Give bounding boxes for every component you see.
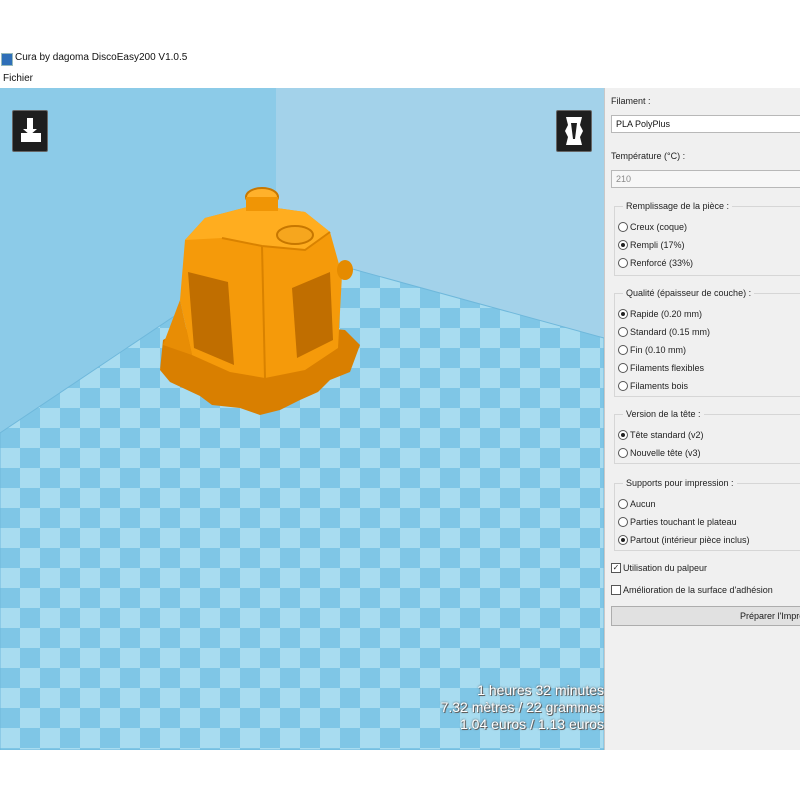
radio-button xyxy=(618,222,628,232)
checkbox xyxy=(611,585,621,595)
build-scene xyxy=(0,88,604,750)
3d-viewport[interactable]: 1 heures 32 minutes 7.32 mètres / 22 gra… xyxy=(0,88,604,750)
app-icon xyxy=(1,53,13,66)
supports-option-none[interactable]: Aucun xyxy=(618,499,656,509)
head-option-new[interactable]: Nouvelle tête (v3) xyxy=(618,448,701,458)
supports-group: Supports pour impression : Aucun Parties… xyxy=(614,478,800,551)
checkbox: ✓ xyxy=(611,563,621,573)
head-title: Version de la tête : xyxy=(623,409,704,419)
option-label: Rempli (17%) xyxy=(630,240,685,250)
quality-title: Qualité (épaisseur de couche) : xyxy=(623,288,755,298)
radio-button xyxy=(618,258,628,268)
radio-button xyxy=(618,363,628,373)
option-label: Creux (coque) xyxy=(630,222,688,232)
radio-button xyxy=(618,327,628,337)
infill-group: Remplissage de la pièce : Creux (coque) … xyxy=(614,201,800,276)
checkbox-label: Utilisation du palpeur xyxy=(623,563,708,573)
quality-option-wood[interactable]: Filaments bois xyxy=(618,381,688,391)
view-mode-icon xyxy=(565,117,583,145)
load-model-icon xyxy=(21,118,41,142)
radio-button xyxy=(618,240,628,250)
window-title: Cura by dagoma DiscoEasy200 V1.0.5 xyxy=(15,52,188,63)
radio-button xyxy=(618,309,628,319)
radio-button xyxy=(618,535,628,545)
head-group: Version de la tête : Tête standard (v2) … xyxy=(614,409,800,464)
quality-option-flexible[interactable]: Filaments flexibles xyxy=(618,363,704,373)
option-label: Aucun xyxy=(630,499,656,509)
view-mode-button[interactable] xyxy=(556,110,592,152)
option-label: Parties touchant le plateau xyxy=(630,517,737,527)
option-label: Renforcé (33%) xyxy=(630,258,694,268)
infill-option-hollow[interactable]: Creux (coque) xyxy=(618,222,687,232)
supports-option-everywhere[interactable]: Partout (intérieur pièce inclus) xyxy=(618,535,750,545)
supports-option-touching-plate[interactable]: Parties touchant le plateau xyxy=(618,517,737,527)
radio-button xyxy=(618,517,628,527)
option-label: Filaments flexibles xyxy=(630,363,705,373)
option-label: Nouvelle tête (v3) xyxy=(630,448,701,458)
infill-title: Remplissage de la pièce : xyxy=(623,201,733,211)
option-label: Filaments bois xyxy=(630,381,689,391)
temperature-field[interactable]: 210 xyxy=(611,170,800,188)
quality-option-fine[interactable]: Fin (0.10 mm) xyxy=(618,345,686,355)
cost-estimate: 1.04 euros / 1.13 euros xyxy=(460,716,604,732)
option-label: Fin (0.10 mm) xyxy=(630,345,687,355)
head-option-standard[interactable]: Tête standard (v2) xyxy=(618,430,704,440)
temperature-label: Température (°C) : xyxy=(611,151,686,161)
radio-button xyxy=(618,430,628,440)
option-label: Partout (intérieur pièce inclus) xyxy=(630,535,750,545)
filament-usage: 7.32 mètres / 22 grammes xyxy=(440,699,604,715)
supports-title: Supports pour impression : xyxy=(623,478,737,488)
adhesion-checkbox[interactable]: Amélioration de la surface d'adhésion xyxy=(611,585,773,595)
option-label: Standard (0.15 mm) xyxy=(630,327,711,337)
settings-panel: Filament : PLA PolyPlus Température (°C)… xyxy=(604,88,800,750)
menu-bar xyxy=(0,70,800,86)
filament-label: Filament : xyxy=(611,96,651,106)
print-stats: 1 heures 32 minutes 7.32 mètres / 22 gra… xyxy=(441,682,604,733)
radio-button xyxy=(618,381,628,391)
print-time: 1 heures 32 minutes xyxy=(477,682,604,698)
filament-select[interactable]: PLA PolyPlus xyxy=(611,115,800,133)
radio-button xyxy=(618,448,628,458)
radio-button xyxy=(618,345,628,355)
quality-option-standard[interactable]: Standard (0.15 mm) xyxy=(618,327,710,337)
prepare-print-button[interactable]: Préparer l'Impression xyxy=(611,606,800,626)
quality-group: Qualité (épaisseur de couche) : Rapide (… xyxy=(614,288,800,397)
infill-option-filled[interactable]: Rempli (17%) xyxy=(618,240,685,250)
quality-option-fast[interactable]: Rapide (0.20 mm) xyxy=(618,309,702,319)
option-label: Rapide (0.20 mm) xyxy=(630,309,703,319)
infill-option-reinforced[interactable]: Renforcé (33%) xyxy=(618,258,693,268)
checkbox-label: Amélioration de la surface d'adhésion xyxy=(623,585,773,595)
radio-button xyxy=(618,499,628,509)
menu-file[interactable]: Fichier xyxy=(3,73,33,84)
option-label: Tête standard (v2) xyxy=(630,430,704,440)
probe-checkbox[interactable]: ✓ Utilisation du palpeur xyxy=(611,563,707,573)
load-model-button[interactable] xyxy=(12,110,48,152)
